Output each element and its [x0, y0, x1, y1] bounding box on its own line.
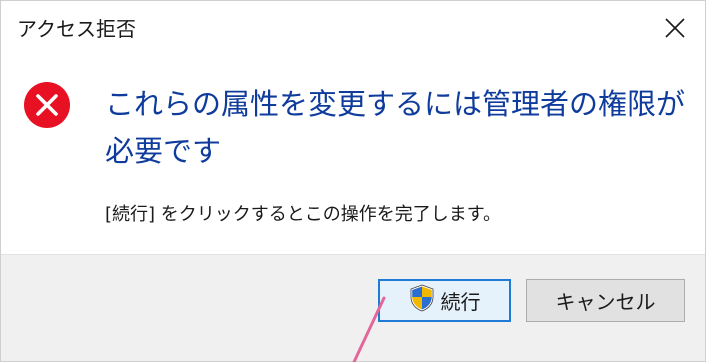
close-icon — [665, 18, 685, 38]
continue-button[interactable]: 続行 — [378, 279, 511, 322]
content-text: [続行] をクリックするとこの操作を完了します。 — [105, 204, 501, 225]
error-icon — [23, 81, 71, 129]
main-instruction: これらの属性を変更するには管理者の権限が必要です — [105, 87, 686, 168]
window-title: アクセス拒否 — [17, 17, 136, 41]
cancel-button-label: キャンセル — [555, 290, 656, 314]
access-denied-dialog: アクセス拒否 これらの属性を変更するには管理者の権限が必要です [続行] をクリ… — [0, 0, 706, 362]
continue-button-label: 続行 — [440, 290, 481, 314]
cancel-button[interactable]: キャンセル — [526, 279, 685, 322]
shield-icon — [409, 284, 435, 317]
title-bar: アクセス拒否 — [1, 1, 705, 53]
close-button[interactable] — [645, 1, 705, 53]
